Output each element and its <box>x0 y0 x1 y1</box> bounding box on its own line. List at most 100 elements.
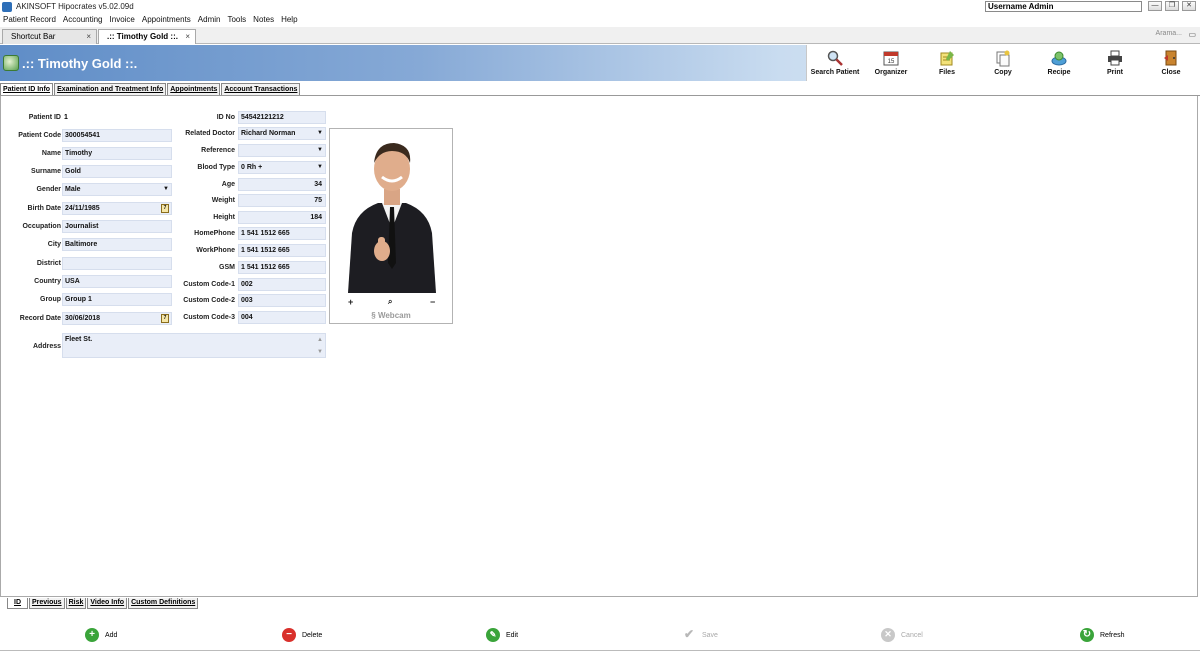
name-field[interactable]: Timothy <box>62 147 172 160</box>
tab-timothy-gold[interactable]: .:: Timothy Gold ::. × <box>98 29 196 44</box>
scroll-up-icon[interactable]: ▲ <box>317 335 323 346</box>
close-button[interactable]: Close <box>1143 45 1199 81</box>
quick-search[interactable]: Arama... <box>1156 30 1182 37</box>
calendar-icon[interactable]: 7 <box>161 314 169 323</box>
refresh-icon: ↻ <box>1080 628 1094 642</box>
gender-select[interactable]: Male ▼ <box>62 183 172 196</box>
label-patient-id: Patient ID <box>28 114 61 121</box>
copy-button[interactable]: Copy <box>975 45 1031 81</box>
tab-custom-definitions[interactable]: Custom Definitions <box>128 598 199 609</box>
chevron-down-icon[interactable]: ▼ <box>163 184 169 195</box>
chevron-down-icon[interactable]: ▼ <box>317 128 323 139</box>
custom-code-3-field[interactable]: 004 <box>238 311 326 324</box>
menu-bar: Patient Record Accounting Invoice Appoin… <box>0 14 1200 26</box>
menu-appointments[interactable]: Appointments <box>139 14 195 26</box>
label-occupation: Occupation <box>22 223 61 230</box>
delete-button[interactable]: − Delete <box>282 628 322 642</box>
search-patient-button[interactable]: Search Patient <box>807 45 863 81</box>
patient-icon <box>3 55 19 71</box>
label-surname: Surname <box>31 168 61 175</box>
minimize-button[interactable]: — <box>1148 1 1162 11</box>
record-date-field[interactable]: 30/06/2018 7 <box>62 312 172 325</box>
birth-date-field[interactable]: 24/11/1985 7 <box>62 202 172 215</box>
address-field[interactable]: Fleet St. ▲ ▼ <box>62 333 326 358</box>
zoom-icon[interactable]: ⌕ <box>388 297 392 307</box>
label-custom-code-1: Custom Code-1 <box>183 281 235 288</box>
gsm-field[interactable]: 1 541 1512 665 <box>238 261 326 274</box>
menu-help[interactable]: Help <box>278 14 301 26</box>
birth-date-value: 24/11/1985 <box>65 205 100 212</box>
tab-risk[interactable]: Risk <box>65 598 87 609</box>
close-window-button[interactable]: ✕ <box>1182 1 1196 11</box>
menu-admin[interactable]: Admin <box>195 14 225 26</box>
label-district: District <box>36 260 61 267</box>
label-home-phone: HomePhone <box>194 230 235 237</box>
user-field[interactable]: Username Admin <box>985 1 1142 12</box>
zoom-out-button[interactable]: − <box>430 297 435 307</box>
chevron-down-icon[interactable]: ▼ <box>317 162 323 173</box>
tab-patient-id-info[interactable]: Patient ID Info <box>0 83 54 95</box>
city-field[interactable]: Baltimore <box>62 238 172 251</box>
id-no-field[interactable]: 54542121212 <box>238 111 326 124</box>
age-field[interactable]: 34 <box>238 178 326 191</box>
print-button[interactable]: Print <box>1087 45 1143 81</box>
home-phone-field[interactable]: 1 541 1512 665 <box>238 227 326 240</box>
blood-type-select[interactable]: 0 Rh + ▼ <box>238 161 326 174</box>
work-phone-field[interactable]: 1 541 1512 665 <box>238 244 326 257</box>
menu-invoice[interactable]: Invoice <box>107 14 139 26</box>
menu-patient-record[interactable]: Patient Record <box>0 14 60 26</box>
tab-id[interactable]: ID <box>7 598 28 609</box>
related-doctor-value: Richard Norman <box>241 130 296 137</box>
label-id-no: ID No <box>216 114 235 121</box>
related-doctor-select[interactable]: Richard Norman ▼ <box>238 127 326 140</box>
document-tabs: Shortcut Bar × .:: Timothy Gold ::. × Ar… <box>0 27 1200 44</box>
label-age: Age <box>221 181 235 188</box>
cancel-button[interactable]: ✕ Cancel <box>881 628 923 642</box>
tab-shortcut-bar[interactable]: Shortcut Bar × <box>2 29 97 44</box>
weight-field[interactable]: 75 <box>238 194 326 207</box>
tab-previous[interactable]: Previous <box>29 598 65 609</box>
patient-code-field[interactable]: 300054541 <box>62 129 172 142</box>
recipe-button[interactable]: Recipe <box>1031 45 1087 81</box>
edit-button[interactable]: ✎ Edit <box>486 628 518 642</box>
calendar-icon[interactable]: 7 <box>161 204 169 213</box>
webcam-button[interactable]: § Webcam <box>330 311 452 320</box>
reference-select[interactable]: ▼ <box>238 144 326 157</box>
occupation-field[interactable]: Journalist <box>62 220 172 233</box>
add-button[interactable]: + Add <box>85 628 117 642</box>
close-icon[interactable]: × <box>86 30 91 43</box>
group-field[interactable]: Group 1 <box>62 293 172 306</box>
close-icon[interactable]: × <box>185 30 190 43</box>
webcam-label: Webcam <box>377 311 411 320</box>
save-button[interactable]: ✔ Save <box>682 628 718 642</box>
height-field[interactable]: 184 <box>238 211 326 224</box>
tab-examination-treatment[interactable]: Examination and Treatment Info <box>54 83 167 95</box>
restore-button[interactable]: ❐ <box>1165 1 1179 11</box>
menu-tools[interactable]: Tools <box>224 14 250 26</box>
label-height: Height <box>213 214 235 221</box>
label-record-date: Record Date <box>19 315 61 322</box>
district-field[interactable] <box>62 257 172 270</box>
menu-notes[interactable]: Notes <box>250 14 278 26</box>
files-button[interactable]: Files <box>919 45 975 81</box>
label-group: Group <box>40 296 61 303</box>
custom-code-1-field[interactable]: 002 <box>238 278 326 291</box>
files-icon <box>940 51 954 66</box>
scroll-down-icon[interactable]: ▼ <box>317 347 323 358</box>
exit-door-icon <box>1164 50 1177 66</box>
chevron-down-icon[interactable]: ▼ <box>317 145 323 156</box>
organizer-button[interactable]: 15 Organizer <box>863 45 919 81</box>
label-city: City <box>47 241 61 248</box>
custom-code-2-field[interactable]: 003 <box>238 294 326 307</box>
tab-video-info[interactable]: Video Info <box>87 598 128 609</box>
surname-field[interactable]: Gold <box>62 165 172 178</box>
pin-icon[interactable]: ▭ <box>1188 30 1196 39</box>
tab-account-transactions[interactable]: Account Transactions <box>221 83 301 95</box>
zoom-in-button[interactable]: + <box>348 297 353 307</box>
menu-accounting[interactable]: Accounting <box>60 14 107 26</box>
tab-appointments[interactable]: Appointments <box>167 83 221 95</box>
recipe-icon <box>1051 51 1067 66</box>
country-field[interactable]: USA <box>62 275 172 288</box>
checkmark-icon: ✔ <box>682 627 696 642</box>
refresh-button[interactable]: ↻ Refresh <box>1080 628 1125 642</box>
